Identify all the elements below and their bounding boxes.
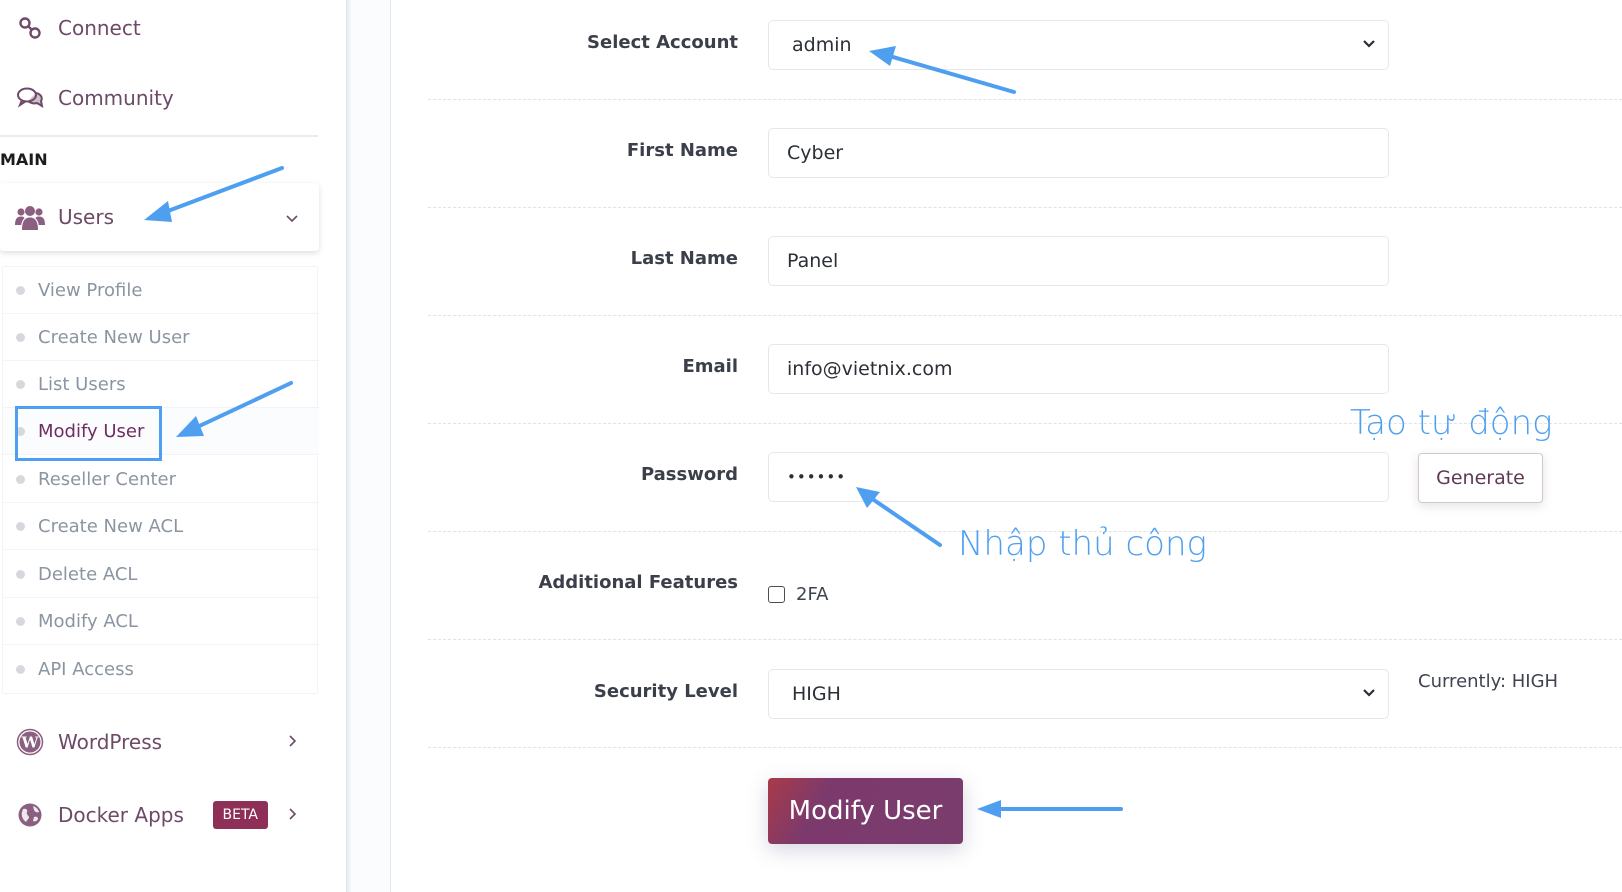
last-name-value: Panel xyxy=(787,250,839,272)
password-value: •••••• xyxy=(787,468,847,486)
chevron-right-icon xyxy=(282,806,302,825)
bullet-icon xyxy=(16,521,25,531)
submenu-item-modify-user[interactable]: Modify User xyxy=(3,408,319,455)
bullet-icon xyxy=(16,474,25,484)
submenu-item-label: Create New User xyxy=(38,326,190,348)
svg-text:W: W xyxy=(21,734,40,752)
content-gutter xyxy=(351,0,391,892)
bullet-icon xyxy=(16,569,25,579)
submenu-item-reseller-center[interactable]: Reseller Center xyxy=(3,456,319,503)
submenu-item-create-new-user[interactable]: Create New User xyxy=(3,314,319,361)
bullet-icon xyxy=(16,332,25,342)
submenu-item-label: Reseller Center xyxy=(38,468,177,490)
sidebar-item-label: WordPress xyxy=(58,730,163,754)
form-row-select-account: Select Account admin xyxy=(428,0,1622,100)
submenu-item-label: API Access xyxy=(38,659,134,680)
chevron-down-icon xyxy=(1363,689,1375,697)
form-row-first-name: First Name Cyber xyxy=(428,100,1622,208)
submenu-item-create-new-acl[interactable]: Create New ACL xyxy=(3,503,319,550)
email-label: Email xyxy=(682,356,738,377)
submenu-item-label: View Profile xyxy=(38,279,143,301)
last-name-input[interactable]: Panel xyxy=(768,236,1389,286)
2fa-checkbox[interactable] xyxy=(768,586,785,603)
modify-user-button[interactable]: Modify User xyxy=(768,778,963,844)
link-icon xyxy=(15,13,45,43)
security-level-value: HIGH xyxy=(792,683,841,705)
email-value: info@vietnix.com xyxy=(787,358,953,380)
users-icon xyxy=(15,202,45,232)
annotation-manual-entry: Nhập thủ công xyxy=(958,524,1207,564)
submenu-item-list-users[interactable]: List Users xyxy=(3,361,319,408)
first-name-label: First Name xyxy=(626,140,738,161)
bullet-icon xyxy=(16,665,25,674)
password-label: Password xyxy=(640,464,738,485)
chevron-down-icon xyxy=(282,208,302,227)
bullet-icon xyxy=(16,285,25,295)
chevron-right-icon xyxy=(282,733,302,752)
first-name-input[interactable]: Cyber xyxy=(768,128,1389,178)
2fa-option[interactable]: 2FA xyxy=(768,584,828,605)
sidebar-section-title: MAIN xyxy=(0,150,48,169)
submenu-item-label: Create New ACL xyxy=(38,515,184,537)
security-level-label: Security Level xyxy=(593,681,738,702)
annotation-auto-generate: Tạo tự động xyxy=(1350,403,1553,443)
chat-icon xyxy=(15,83,45,113)
chevron-down-icon xyxy=(1363,40,1375,48)
first-name-value: Cyber xyxy=(787,142,844,164)
globe-icon xyxy=(15,800,45,830)
sidebar-item-users[interactable]: Users xyxy=(0,189,320,245)
last-name-label: Last Name xyxy=(630,248,738,269)
beta-badge: BETA xyxy=(212,801,268,829)
sidebar-item-docker-apps[interactable]: Docker Apps BETA xyxy=(0,787,320,843)
sidebar-item-label: Users xyxy=(58,205,115,229)
submenu-item-view-profile[interactable]: View Profile xyxy=(3,267,319,314)
submenu-item-label: Modify User xyxy=(38,420,145,442)
sidebar-item-wordpress[interactable]: W WordPress xyxy=(0,714,320,770)
sidebar-item-connect[interactable]: Connect xyxy=(0,0,320,56)
current-security-level: Currently: HIGH xyxy=(1418,671,1559,692)
submenu-item-delete-acl[interactable]: Delete ACL xyxy=(3,551,319,598)
submenu-item-api-access[interactable]: API Access xyxy=(3,646,319,693)
form-row-last-name: Last Name Panel xyxy=(428,208,1622,316)
submenu-item-modify-acl[interactable]: Modify ACL xyxy=(3,598,319,645)
bullet-icon xyxy=(16,379,25,389)
2fa-label: 2FA xyxy=(796,584,829,605)
bullet-icon xyxy=(16,426,25,436)
sidebar-item-label: Docker Apps xyxy=(58,803,184,827)
wordpress-icon: W xyxy=(15,727,45,757)
bullet-icon xyxy=(16,616,25,626)
sidebar-item-community[interactable]: Community xyxy=(0,70,320,126)
sidebar: Connect Community MAIN Users View Profil… xyxy=(0,0,346,892)
submenu-item-label: List Users xyxy=(38,373,126,395)
generate-password-button[interactable]: Generate xyxy=(1418,453,1543,503)
form-row-security-level: Security Level HIGH Currently: HIGH xyxy=(428,640,1622,748)
password-input[interactable]: •••••• xyxy=(768,452,1389,502)
submenu-item-label: Modify ACL xyxy=(38,610,138,632)
select-account-label: Select Account xyxy=(587,32,738,53)
email-input[interactable]: info@vietnix.com xyxy=(768,344,1389,394)
sidebar-item-label: Connect xyxy=(58,16,141,40)
select-account-value: admin xyxy=(792,34,852,56)
arrowhead xyxy=(977,800,1001,818)
users-submenu: View Profile Create New User List Users … xyxy=(2,266,319,694)
additional-features-label: Additional Features xyxy=(538,572,738,593)
sidebar-item-label: Community xyxy=(58,86,174,110)
submenu-item-label: Delete ACL xyxy=(38,563,138,585)
security-level-dropdown[interactable]: HIGH xyxy=(768,669,1389,719)
select-account-dropdown[interactable]: admin xyxy=(768,20,1389,70)
sidebar-divider xyxy=(0,135,318,137)
